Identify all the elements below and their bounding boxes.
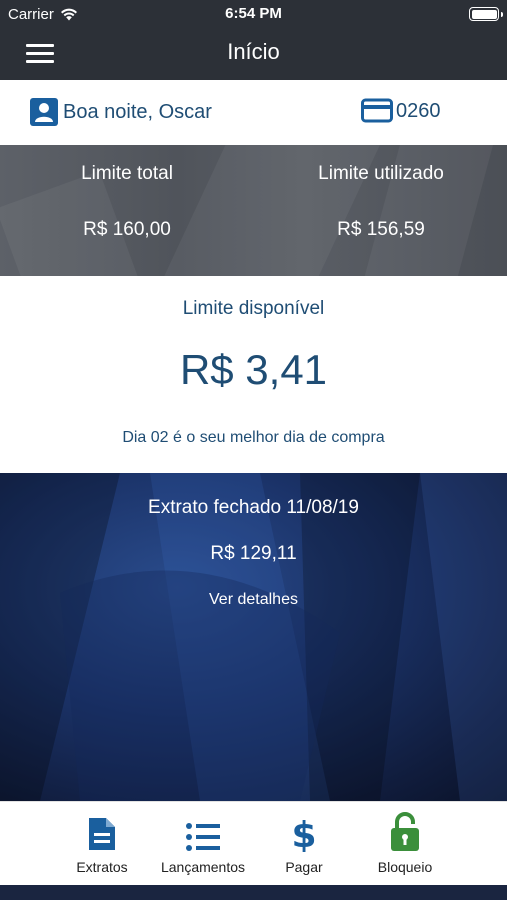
dollar-icon: $ — [291, 815, 316, 852]
limits-panel: Limite total R$ 160,00 Limite utilizado … — [0, 145, 507, 276]
svg-text:$: $ — [291, 815, 316, 852]
tab-bar: Extratos Lançamentos $ Pagar Bloqueio — [0, 801, 507, 885]
document-icon — [89, 818, 115, 850]
used-limit-value: R$ 156,59 — [337, 219, 425, 240]
statement-title: Extrato fechado 11/08/19 — [148, 497, 359, 518]
tab-bloqueio-label: Bloqueio — [377, 859, 433, 875]
view-details-link[interactable]: Ver detalhes — [0, 591, 507, 609]
available-limit-amount: R$ 3,41 — [179, 346, 328, 393]
card-last-digits: 0260 — [396, 99, 441, 122]
lock-icon — [391, 812, 419, 851]
greeting-text: Boa noite, Oscar — [63, 100, 212, 123]
list-icon — [186, 823, 220, 851]
used-limit-label: Limite utilizado — [318, 163, 444, 184]
tab-bloqueio[interactable]: Bloqueio — [350, 802, 460, 886]
tab-pagar-label: Pagar — [285, 859, 323, 875]
tab-extratos-label: Extratos — [76, 859, 128, 875]
available-limit-label: Limite disponível — [182, 298, 325, 319]
total-limit: Limite total R$ 160,00 — [0, 163, 254, 241]
nav-bar: Início — [0, 30, 507, 80]
background-graphic — [0, 473, 507, 801]
status-time: 6:54 PM — [225, 5, 282, 22]
battery-icon — [469, 7, 503, 21]
card-info: 0260 — [361, 98, 441, 124]
tab-pagar[interactable]: $ Pagar — [249, 802, 359, 886]
best-purchase-day-tip: Dia 02 é o seu melhor dia de compra — [122, 429, 385, 446]
available-limit-panel: Limite disponível R$ 3,41 Dia 02 é o seu… — [0, 276, 507, 473]
status-bar: Carrier 6:54 PM — [0, 0, 507, 30]
greeting-bar: Boa noite, Oscar 0260 — [0, 80, 507, 145]
statement-amount: R$ 129,11 — [210, 543, 297, 564]
tab-lancamentos-label: Lançamentos — [160, 859, 246, 875]
tab-lancamentos[interactable]: Lançamentos — [148, 802, 258, 886]
statement-panel[interactable]: Extrato fechado 11/08/19 R$ 129,11 Ver d… — [0, 473, 507, 801]
user-greeting: Boa noite, Oscar — [30, 98, 212, 126]
home-indicator-area — [0, 885, 507, 900]
used-limit: Limite utilizado R$ 156,59 — [254, 163, 507, 241]
total-limit-label: Limite total — [81, 163, 173, 184]
tab-extratos[interactable]: Extratos — [47, 802, 157, 886]
total-limit-value: R$ 160,00 — [83, 219, 171, 240]
credit-card-icon — [361, 98, 393, 123]
page-title: Início — [227, 39, 280, 64]
user-icon — [30, 98, 58, 126]
